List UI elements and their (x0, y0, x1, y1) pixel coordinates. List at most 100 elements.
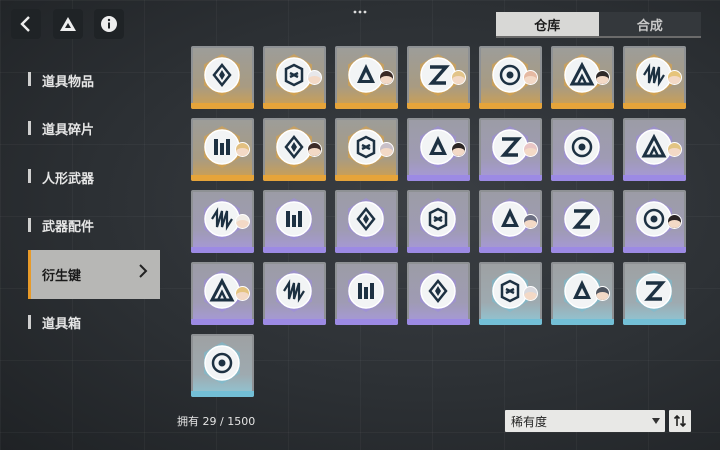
sidebar-item-weapons[interactable]: 人形武器 (28, 153, 160, 202)
tab-warehouse-label: 仓库 (534, 18, 561, 34)
item-card[interactable] (335, 118, 398, 181)
item-card[interactable] (623, 46, 686, 109)
avatar-face (524, 220, 537, 228)
sort-order-button[interactable] (669, 410, 691, 432)
avatar-face (380, 148, 393, 156)
avatar-face (596, 292, 609, 300)
sidebar-item-label: 武器配件 (42, 220, 95, 236)
chevron-right-icon (139, 264, 148, 278)
rarity-stripe (191, 103, 254, 109)
gem-crest-icon (204, 54, 240, 96)
item-card[interactable] (191, 262, 254, 325)
avatar-face (524, 148, 537, 156)
item-card[interactable] (479, 190, 542, 253)
rarity-stripe (407, 103, 470, 109)
item-card[interactable] (335, 190, 398, 253)
item-card[interactable] (191, 46, 254, 109)
item-card[interactable] (191, 118, 254, 181)
sidebar-item-label: 衍生键 (42, 268, 82, 284)
avatar-face (596, 76, 609, 84)
avatar-face (524, 292, 537, 300)
item-card[interactable] (479, 262, 542, 325)
rarity-stripe (551, 247, 614, 253)
tab-synthesis[interactable]: 合成 (598, 12, 701, 36)
avatar-face (452, 148, 465, 156)
avatar-face (524, 76, 537, 84)
item-card[interactable] (623, 262, 686, 325)
flame-crest-icon (564, 198, 600, 240)
item-card[interactable] (551, 46, 614, 109)
sidebar-item-keys[interactable]: 衍生键 (28, 250, 160, 299)
character-avatar (523, 214, 538, 229)
rarity-stripe (335, 247, 398, 253)
rarity-stripe (335, 175, 398, 181)
rarity-stripe (191, 391, 254, 397)
rarity-stripe (263, 175, 326, 181)
item-card[interactable] (263, 190, 326, 253)
item-card[interactable] (623, 190, 686, 253)
rarity-stripe (623, 247, 686, 253)
bars-crest-icon (276, 198, 312, 240)
sidebar-marker (28, 217, 31, 232)
rarity-stripe (335, 103, 398, 109)
info-icon (101, 16, 117, 32)
rarity-stripe (623, 103, 686, 109)
sort-order-icon (673, 414, 687, 428)
rarity-stripe (191, 319, 254, 325)
back-button[interactable] (11, 9, 41, 39)
item-card[interactable] (551, 262, 614, 325)
avatar-face (236, 292, 249, 300)
owned-label: 拥有 (177, 415, 199, 428)
item-card[interactable] (263, 118, 326, 181)
tab-synthesis-label: 合成 (636, 18, 663, 34)
item-card[interactable] (263, 262, 326, 325)
tab-warehouse[interactable]: 仓库 (496, 12, 599, 36)
item-card[interactable] (407, 46, 470, 109)
sidebar-item-boxes[interactable]: 道具箱 (28, 299, 160, 348)
item-card[interactable] (407, 118, 470, 181)
tab-bar: 仓库 合成 (496, 12, 701, 36)
character-avatar (523, 70, 538, 85)
shuriken-crest-icon (420, 270, 456, 312)
item-card[interactable] (191, 334, 254, 397)
home-button[interactable] (53, 9, 83, 39)
tab-underline (496, 36, 701, 38)
rarity-stripe (191, 175, 254, 181)
sidebar-item-label: 人形武器 (42, 171, 95, 187)
sort-dropdown-value: 稀有度 (511, 414, 548, 429)
rarity-stripe (407, 319, 470, 325)
item-card[interactable] (407, 262, 470, 325)
item-card[interactable] (335, 46, 398, 109)
sidebar-item-attachments[interactable]: 武器配件 (28, 202, 160, 251)
item-card[interactable] (551, 190, 614, 253)
sidebar-marker (28, 120, 31, 135)
rarity-stripe (479, 247, 542, 253)
rarity-stripe (479, 103, 542, 109)
rarity-stripe (407, 175, 470, 181)
sidebar-marker (28, 72, 31, 86)
item-card[interactable] (551, 118, 614, 181)
sidebar-item-fragments[interactable]: 道具碎片 (28, 105, 160, 154)
sidebar-marker (28, 250, 31, 299)
item-card[interactable] (407, 190, 470, 253)
avatar-face (308, 76, 321, 84)
item-card[interactable] (623, 118, 686, 181)
character-avatar (595, 286, 610, 301)
character-avatar (307, 70, 322, 85)
item-card[interactable] (335, 262, 398, 325)
character-avatar (235, 142, 250, 157)
info-button[interactable] (94, 9, 124, 39)
item-card[interactable] (479, 46, 542, 109)
character-avatar (667, 70, 682, 85)
item-card[interactable] (263, 46, 326, 109)
character-avatar (667, 142, 682, 157)
item-card[interactable] (479, 118, 542, 181)
rarity-stripe (263, 103, 326, 109)
character-avatar (595, 70, 610, 85)
sidebar-item-props[interactable]: 道具物品 (28, 56, 160, 105)
sort-dropdown[interactable]: 稀有度 (505, 410, 665, 432)
more-button[interactable] (352, 2, 368, 14)
character-avatar (451, 70, 466, 85)
character-avatar (523, 142, 538, 157)
item-card[interactable] (191, 190, 254, 253)
